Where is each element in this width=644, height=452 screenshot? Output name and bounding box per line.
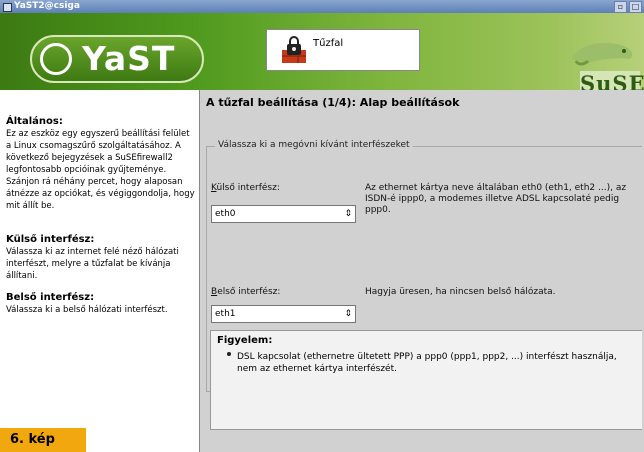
figure-caption: 6. kép	[0, 428, 86, 452]
window-titlebar: YaST2@csiga ▫ □	[0, 0, 644, 13]
warning-note: Figyelem: DSL kapcsolat (ethernetre ülte…	[210, 330, 642, 430]
internal-interface-label: Belső interfész:	[211, 287, 280, 297]
help-heading-general: Általános:	[6, 116, 63, 127]
help-heading-external: Külső interfész:	[6, 234, 95, 245]
bullet-icon	[227, 352, 231, 356]
maximize-button[interactable]: □	[629, 1, 642, 13]
minimize-button[interactable]: ▫	[614, 1, 627, 13]
yast-logo-text: YaST	[82, 39, 176, 78]
help-text-general: Ez az eszköz egy egyszerű beállítási fel…	[6, 129, 195, 211]
internal-interface-select[interactable]: eth1 ⇕	[211, 305, 356, 323]
window-menu-icon[interactable]	[3, 3, 12, 12]
module-title-box: Tűzfal	[266, 29, 420, 71]
module-title: Tűzfal	[313, 38, 344, 49]
internal-interface-description: Hagyja üresen, ha nincsen belső hálózata…	[365, 287, 556, 297]
external-interface-description: Az ethernet kártya neve általában eth0 (…	[365, 183, 627, 215]
chameleon-icon	[572, 43, 633, 66]
help-panel: Általános: Ez az eszköz egy egyszerű beá…	[0, 90, 200, 452]
yast-logo-circle-icon	[40, 43, 72, 75]
internal-interface-value: eth1	[215, 309, 236, 319]
firewall-lock-icon	[282, 36, 306, 63]
note-title: Figyelem:	[217, 335, 273, 346]
chevron-updown-icon: ⇕	[344, 309, 352, 319]
external-interface-label-text: ülső interfész:	[216, 183, 280, 193]
help-text-internal: Válassza ki a belső hálózati interfészt.	[6, 305, 168, 315]
interfaces-group-label: Válassza ki a megóvni kívánt interfészek…	[215, 140, 413, 150]
chevron-updown-icon: ⇕	[344, 209, 352, 219]
yast-header: YaST Tűzfal SuSE	[0, 13, 644, 97]
external-interface-value: eth0	[215, 209, 236, 219]
main-panel: A tűzfal beállítása (1/4): Alap beállítá…	[200, 90, 644, 452]
help-heading-internal: Belső interfész:	[6, 292, 95, 303]
help-text-external: Válassza ki az internet felé néző hálóza…	[6, 247, 179, 281]
yast-logo: YaST	[30, 35, 204, 83]
window-title: YaST2@csiga	[14, 1, 80, 11]
external-interface-label: Külső interfész:	[211, 183, 280, 193]
note-body: DSL kapcsolat (ethernetre ültetett PPP) …	[223, 351, 633, 375]
external-interface-select[interactable]: eth0 ⇕	[211, 205, 356, 223]
window-controls: ▫ □	[614, 1, 642, 13]
note-text: DSL kapcsolat (ethernetre ültetett PPP) …	[237, 352, 617, 374]
page-title: A tűzfal beállítása (1/4): Alap beállítá…	[206, 96, 460, 109]
internal-interface-label-text: első interfész:	[217, 287, 281, 297]
